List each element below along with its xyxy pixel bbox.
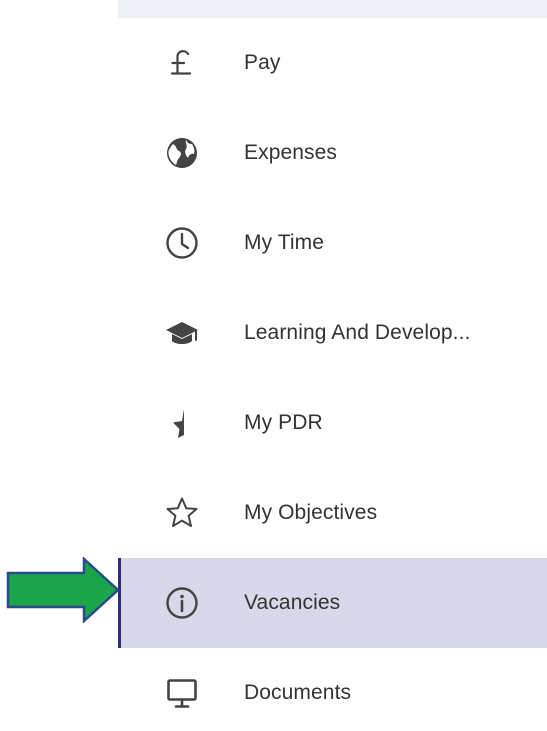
star-outline-icon [162,493,202,533]
sidebar-item-label: My Objectives [244,501,378,524]
sidebar-item-my-time[interactable]: My Time [118,198,547,288]
clock-icon [162,223,202,263]
sidebar-item-label: Documents [244,681,352,704]
info-icon [162,583,202,623]
sidebar-item-learning-and-development[interactable]: Learning And Develop... [118,288,547,378]
sidebar-item-label: Vacancies [244,591,341,614]
sidebar-item-my-objectives[interactable]: My Objectives [118,468,547,558]
pound-sterling-icon [162,43,202,83]
pointer-arrow-icon [6,557,120,623]
globe-icon [162,133,202,173]
sidebar-item-documents[interactable]: Documents [118,648,547,731]
sidebar-item-vacancies[interactable]: Vacancies [118,558,547,648]
sidebar-item-pay[interactable]: Pay [118,18,547,108]
page: Pay Expenses My Time Learning And Develo… [0,0,547,731]
graduation-cap-icon [162,313,202,353]
top-strip [118,0,547,18]
sidebar-item-label: My PDR [244,411,323,434]
monitor-icon [162,673,202,713]
sidebar-item-expenses[interactable]: Expenses [118,108,547,198]
sidebar-item-label: Pay [244,51,281,74]
half-star-icon [162,403,202,443]
sidebar-nav: Pay Expenses My Time Learning And Develo… [118,18,547,731]
sidebar-item-my-pdr[interactable]: My PDR [118,378,547,468]
sidebar-item-label: Learning And Develop... [244,321,471,344]
sidebar-item-label: Expenses [244,141,338,164]
sidebar-item-label: My Time [244,231,325,254]
